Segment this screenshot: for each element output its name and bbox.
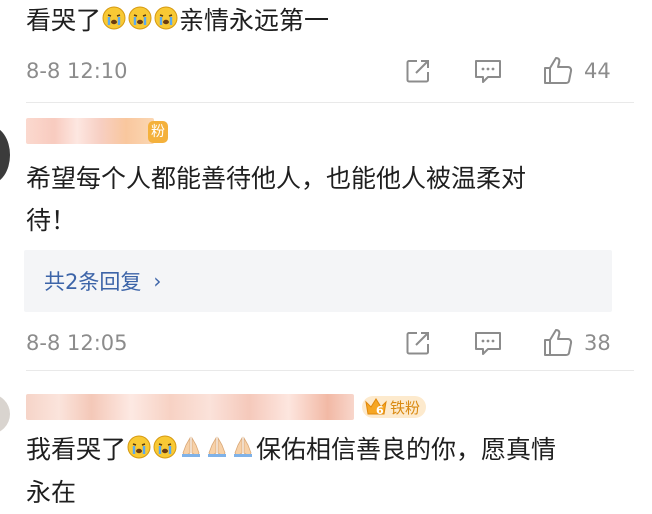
thumbs-up-icon	[544, 57, 573, 84]
crown-icon: 6	[364, 396, 388, 418]
share-icon	[406, 60, 429, 83]
share-icon	[406, 332, 429, 355]
comment-button[interactable]	[473, 57, 503, 85]
comment-button[interactable]	[473, 329, 503, 357]
folded-hands-icon	[231, 430, 255, 472]
comment-2-text: 希望每个人都能善待他人，也能他人被温柔对 待！	[26, 164, 527, 235]
avatar[interactable]	[0, 126, 10, 184]
comment-3-text: 我看哭了 保佑相信善良的你，愿真情 永在	[26, 429, 636, 514]
crying-face-icon	[128, 1, 152, 43]
divider	[26, 102, 634, 103]
thumbs-up-icon	[544, 329, 573, 356]
comment-1-timestamp: 8-8 12:10	[26, 59, 128, 83]
folded-hands-icon	[179, 430, 203, 472]
username-blurred[interactable]	[26, 394, 354, 420]
crying-face-icon	[154, 1, 178, 43]
share-button[interactable]	[404, 57, 432, 85]
folded-hands-icon	[205, 430, 229, 472]
divider	[26, 370, 634, 371]
crying-face-icon	[127, 430, 151, 472]
comment-icon	[475, 332, 501, 355]
like-button[interactable]: 38	[542, 327, 611, 359]
badge-level: 6	[376, 404, 384, 417]
avatar[interactable]	[0, 394, 10, 434]
like-count: 44	[584, 59, 611, 83]
crying-face-icon	[153, 430, 177, 472]
view-replies-button[interactable]: 共2条回复 ›	[24, 250, 612, 312]
comment-icon	[475, 60, 501, 83]
iron-fan-badge: 6 铁粉	[362, 396, 427, 418]
crying-face-icon	[102, 1, 126, 43]
share-button[interactable]	[404, 329, 432, 357]
comment-2-timestamp: 8-8 12:05	[26, 331, 128, 355]
comment-1-text: 看哭了 亲情永远第一	[26, 0, 329, 43]
username-blurred[interactable]	[26, 118, 154, 144]
like-count: 38	[584, 331, 611, 355]
chevron-right-icon: ›	[153, 269, 162, 293]
like-button[interactable]: 44	[542, 55, 611, 87]
replies-label: 共2条回复	[44, 270, 142, 294]
fan-badge: 粉	[148, 121, 168, 143]
